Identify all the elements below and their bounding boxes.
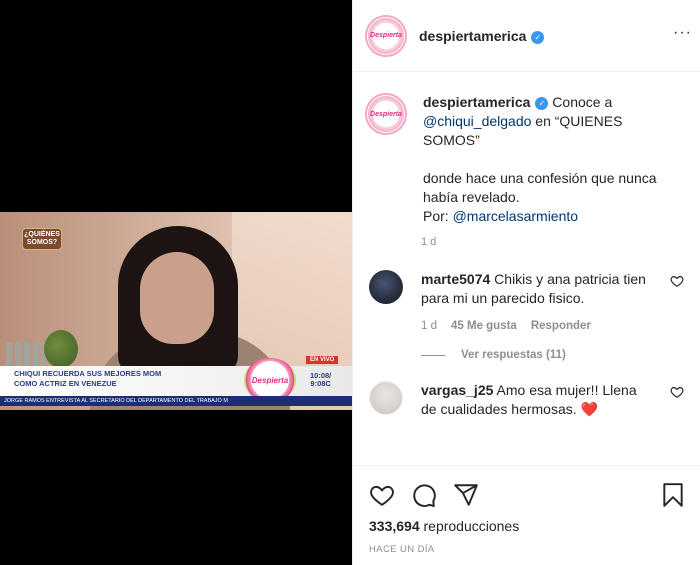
commenter-avatar[interactable] bbox=[369, 381, 403, 415]
mention-link[interactable]: @chiqui_delgado bbox=[423, 113, 531, 129]
video-clock: 10:08/ 9:08C bbox=[310, 372, 331, 388]
live-badge: EN VIVO bbox=[306, 356, 339, 364]
mention-link[interactable]: @marcelasarmiento bbox=[453, 208, 578, 224]
more-options-icon[interactable]: ··· bbox=[673, 24, 692, 42]
verified-badge-icon: ✓ bbox=[535, 97, 549, 110]
views-count[interactable]: 333,694 reproducciones bbox=[353, 510, 700, 534]
caption-text-a: Conoce a bbox=[548, 94, 613, 110]
video-player[interactable]: ¿QUIÉNES SOMOS? CHIQUI RECUERDA SUS MEJO… bbox=[0, 212, 352, 410]
comment: marte5074 Chikis y ana patricia tien par… bbox=[353, 270, 700, 308]
caption-time[interactable]: 1 d bbox=[421, 236, 700, 248]
news-ticker: JORGE RAMOS ENTREVISTA AL SECRETARIO DEL… bbox=[0, 396, 352, 406]
caption-username[interactable]: despiertamerica bbox=[423, 94, 530, 110]
headline-line-2: COMO ACTRIZ EN VENEZUE bbox=[14, 379, 117, 388]
avatar[interactable]: Despierta bbox=[365, 14, 407, 57]
clock-bottom: 9:08C bbox=[310, 379, 331, 388]
video-headline: CHIQUI RECUERDA SUS MEJORES MOM COMO ACT… bbox=[14, 369, 204, 389]
media-pane[interactable]: ¿QUIÉNES SOMOS? CHIQUI RECUERDA SUS MEJO… bbox=[0, 0, 352, 565]
share-icon[interactable] bbox=[453, 482, 479, 508]
caption-por: Por: bbox=[423, 208, 453, 224]
video-shelf bbox=[6, 342, 46, 368]
verified-badge-icon: ✓ bbox=[531, 30, 545, 44]
post-panel: Despierta despiertamerica ✓ ··· Despierta… bbox=[352, 0, 700, 565]
show-logo: ¿QUIÉNES SOMOS? bbox=[22, 228, 62, 250]
caption-avatar[interactable]: Despierta bbox=[365, 93, 407, 135]
view-replies-button[interactable]: Ver respuestas (11) bbox=[421, 349, 700, 361]
heart-icon[interactable] bbox=[670, 385, 684, 399]
commenter-avatar[interactable] bbox=[369, 270, 403, 304]
reply-button[interactable]: Responder bbox=[531, 320, 591, 332]
comment-icon[interactable] bbox=[411, 482, 437, 508]
comment-text: vargas_j25 Amo esa mujer!! Llena de cual… bbox=[421, 381, 651, 419]
comment-meta: 1 d 45 Me gusta Responder bbox=[421, 320, 700, 332]
header-username-text[interactable]: despiertamerica bbox=[419, 28, 526, 44]
heart-emoji: ❤️ bbox=[580, 401, 598, 417]
caption-credit: Por: @marcelasarmiento bbox=[423, 207, 673, 226]
caption-line-2: donde hace una confesión que nunca había… bbox=[423, 170, 657, 205]
post-timestamp[interactable]: HACE UN DÍA bbox=[353, 534, 700, 555]
comment-likes[interactable]: 45 Me gusta bbox=[451, 320, 517, 332]
comment: vargas_j25 Amo esa mujer!! Llena de cual… bbox=[353, 381, 700, 419]
comments-area[interactable]: Despierta despiertamerica ✓ Conoce a @chi… bbox=[353, 73, 700, 465]
action-icons bbox=[353, 466, 700, 510]
comment-text: marte5074 Chikis y ana patricia tien par… bbox=[421, 270, 651, 308]
heart-icon[interactable] bbox=[369, 482, 395, 508]
caption: Despierta despiertamerica ✓ Conoce a @chi… bbox=[353, 73, 700, 226]
comment-username[interactable]: marte5074 bbox=[421, 271, 490, 287]
views-number[interactable]: 333,694 bbox=[369, 518, 420, 534]
comment-time[interactable]: 1 d bbox=[421, 320, 437, 332]
caption-text: despiertamerica ✓ Conoce a @chiqui_delgad… bbox=[423, 93, 673, 226]
actions-bar: 333,694 reproducciones HACE UN DÍA bbox=[353, 465, 700, 555]
bookmark-icon[interactable] bbox=[660, 482, 686, 508]
view-replies-label[interactable]: Ver respuestas (11) bbox=[461, 349, 566, 361]
replies-divider bbox=[421, 354, 445, 356]
heart-icon[interactable] bbox=[670, 274, 684, 288]
comment-username[interactable]: vargas_j25 bbox=[421, 382, 493, 398]
video-person-face bbox=[140, 252, 214, 344]
post-header: Despierta despiertamerica ✓ ··· bbox=[353, 0, 700, 72]
views-label[interactable]: reproducciones bbox=[420, 518, 519, 534]
header-username[interactable]: despiertamerica ✓ bbox=[419, 28, 545, 44]
video-plant bbox=[44, 330, 78, 368]
headline-line-1: CHIQUI RECUERDA SUS MEJORES MOM bbox=[14, 369, 162, 378]
